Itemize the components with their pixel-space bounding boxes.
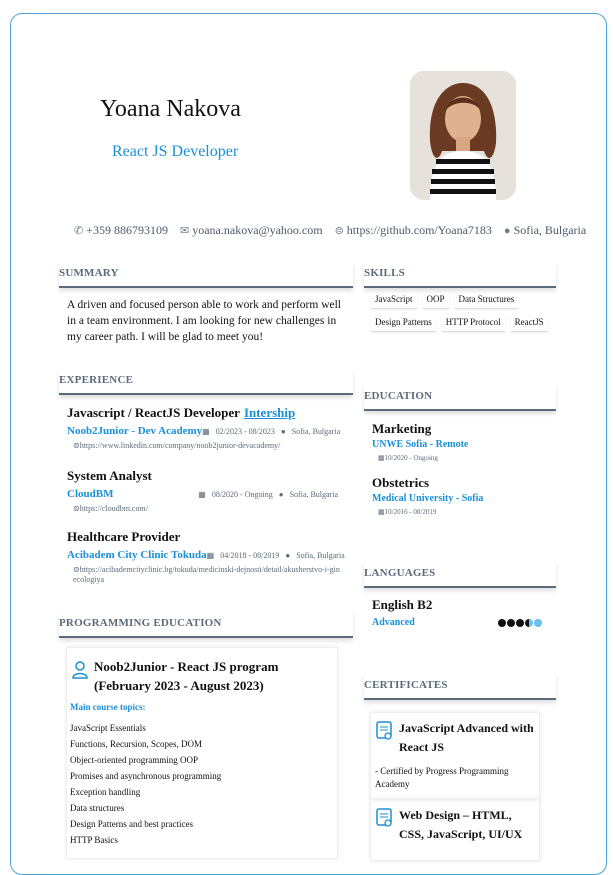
calendar-icon: ▦: [198, 489, 206, 499]
skill-tag: HTTP Protocol: [441, 315, 505, 332]
certificate-issuer: - Certified by Progress Programming Acad…: [375, 766, 509, 789]
programming-education-heading: PROGRAMMING EDUCATION: [59, 611, 353, 638]
list-item: JavaScript Essentials: [70, 723, 146, 733]
location-icon: ●: [280, 426, 286, 436]
rating-dot: [507, 618, 515, 627]
profile-photo: [410, 71, 516, 200]
experience-item: System Analyst CloudBM ▦ 08/2020 - Ongoin…: [67, 468, 352, 514]
rating-dots: [498, 618, 542, 627]
location-icon: ●: [285, 550, 291, 560]
email-icon: ✉: [180, 225, 190, 237]
skill-tag: JavaScript: [371, 292, 417, 309]
education-item: Obstetrics Medical University - Sofia ▦1…: [372, 475, 552, 516]
course-title: Noob2Junior - React JS program (February…: [94, 659, 279, 693]
rating-dot: [525, 618, 533, 627]
skills-list: JavaScript OOP Data Structures Design Pa…: [371, 292, 551, 332]
student-icon: [72, 661, 88, 684]
list-item: HTTP Basics: [70, 835, 118, 845]
skill-tag: Data Structures: [454, 292, 519, 309]
language-level: Advanced: [372, 617, 415, 628]
company-link[interactable]: ⊜https://acibademcityclinic.bg/tokuda/me…: [73, 565, 343, 585]
contact-location: ● Sofia, Bulgaria: [503, 223, 587, 237]
company-link[interactable]: ⊜https://cloudbm.com/: [73, 504, 352, 514]
company-name: Noob2Junior - Dev Academy: [67, 425, 203, 437]
education-heading: EDUCATION: [364, 384, 556, 411]
link-icon: ⊜: [73, 441, 80, 450]
certificate-title: Web Design – HTML, CSS, JavaScript, UI/U…: [399, 808, 523, 841]
skill-tag: OOP: [422, 292, 449, 309]
location-icon: ●: [503, 224, 511, 237]
skill-tag: ReactJS: [510, 315, 548, 332]
contact-github[interactable]: ⊜ https://github.com/Yoana7183: [335, 223, 492, 238]
company-name: Acibadem City Clinic Tokuda: [67, 549, 207, 561]
education-item: Marketing UNWE Sofia - Remote ▦10/2020 -…: [372, 421, 552, 462]
certificate-card: JavaScript Advanced with React JS - Cert…: [370, 712, 540, 800]
certificate-card: Web Design – HTML, CSS, JavaScript, UI/U…: [370, 799, 540, 861]
list-item: Design Patterns and best practices: [70, 819, 193, 829]
internship-tag[interactable]: Intership: [244, 405, 295, 420]
person-name: Yoana Nakova: [100, 96, 241, 122]
location-icon: ●: [278, 489, 284, 499]
programming-course-card: Noob2Junior - React JS program (February…: [66, 647, 338, 859]
experience-heading: EXPERIENCE: [59, 368, 353, 395]
contact-phone[interactable]: ✆ +359 886793109: [74, 223, 168, 238]
topics-label: Main course topics:: [70, 702, 146, 712]
job-role: React JS Developer: [112, 143, 239, 160]
skills-heading: SKILLS: [364, 261, 556, 288]
school-name: Medical University - Sofia: [372, 493, 484, 504]
topics-list: JavaScript Essentials Functions, Recursi…: [70, 720, 221, 848]
summary-heading: SUMMARY: [59, 261, 353, 288]
certificate-title: JavaScript Advanced with React JS: [399, 721, 534, 754]
company-name: CloudBM: [67, 488, 114, 500]
rating-dot: [498, 618, 506, 627]
school-name: UNWE Sofia - Remote: [372, 439, 469, 450]
list-item: Object-oriented programming OOP: [70, 755, 198, 765]
calendar-icon: ▦: [378, 508, 385, 516]
skill-tag: Design Patterns: [371, 315, 436, 332]
list-item: Promises and asynchronous programming: [70, 771, 222, 781]
list-item: Data structures: [70, 803, 125, 813]
language-item: English B2 Advanced: [372, 597, 542, 628]
certificate-icon: [376, 808, 394, 833]
phone-icon: ✆: [74, 225, 84, 237]
calendar-icon: ▦: [202, 426, 210, 436]
contact-email[interactable]: ✉ yoana.nakova@yahoo.com: [180, 223, 323, 238]
summary-text: A driven and focused person able to work…: [67, 299, 342, 343]
calendar-icon: ▦: [206, 550, 215, 560]
list-item: Exception handling: [70, 787, 141, 797]
contact-bar: ✆ +359 886793109 ✉ yoana.nakova@yahoo.com …: [74, 223, 586, 238]
company-link[interactable]: ⊜https://www.linkedin.com/company/noob2j…: [73, 441, 352, 451]
experience-item: Healthcare Provider Acibadem City Clinic…: [67, 529, 345, 585]
link-icon: ⊜: [73, 565, 80, 574]
link-icon: ⊜: [73, 504, 80, 513]
languages-heading: LANGUAGES: [364, 561, 556, 588]
calendar-icon: ▦: [378, 454, 385, 462]
certificates-heading: CERTIFICATES: [364, 673, 556, 700]
link-icon: ⊜: [334, 225, 344, 237]
rating-dot: [534, 618, 542, 627]
list-item: Functions, Recursion, Scopes, DOM: [70, 739, 202, 749]
rating-dot: [516, 618, 524, 627]
certificate-icon: [376, 721, 394, 746]
experience-item: Javascript / ReactJS Developer Intership …: [67, 405, 352, 451]
